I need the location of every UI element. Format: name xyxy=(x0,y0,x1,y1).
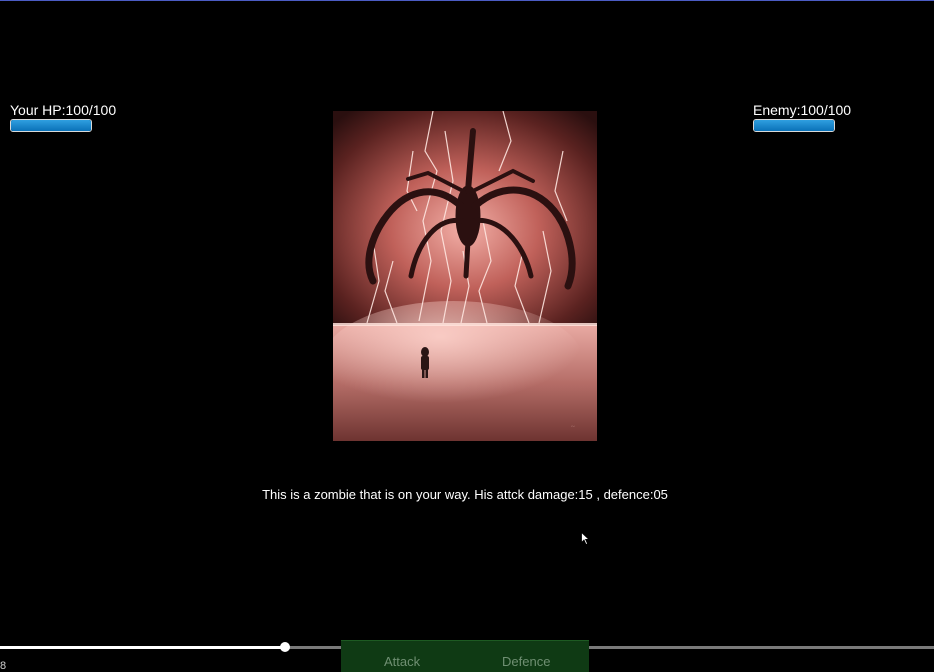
action-bar: Attack Defence xyxy=(341,640,589,672)
enemy-hp-label: Enemy:100/100 xyxy=(753,102,852,118)
enemy-hp-panel: Enemy:100/100 xyxy=(753,102,851,132)
window-top-border xyxy=(0,0,934,1)
corner-counter: 8 xyxy=(0,660,7,672)
player-hp-bar xyxy=(10,119,92,132)
player-hp-label: Your HP:100/100 xyxy=(10,102,117,118)
progress-thumb[interactable] xyxy=(279,642,290,652)
enemy-hp-fill xyxy=(754,120,834,131)
attack-button[interactable]: Attack xyxy=(384,654,420,669)
player-hp-panel: Your HP:100/100 xyxy=(10,102,116,132)
monster-artwork: ~ xyxy=(333,111,597,441)
enemy-hp-bar xyxy=(753,119,835,132)
mouse-cursor-icon xyxy=(581,531,591,550)
defence-button[interactable]: Defence xyxy=(502,654,550,669)
enemy-monster-image: ~ xyxy=(333,111,597,441)
player-hp-fill xyxy=(11,120,91,131)
progress-fill xyxy=(0,646,285,649)
svg-text:~: ~ xyxy=(571,423,575,431)
enemy-description: This is a zombie that is on your way. Hi… xyxy=(262,487,668,502)
